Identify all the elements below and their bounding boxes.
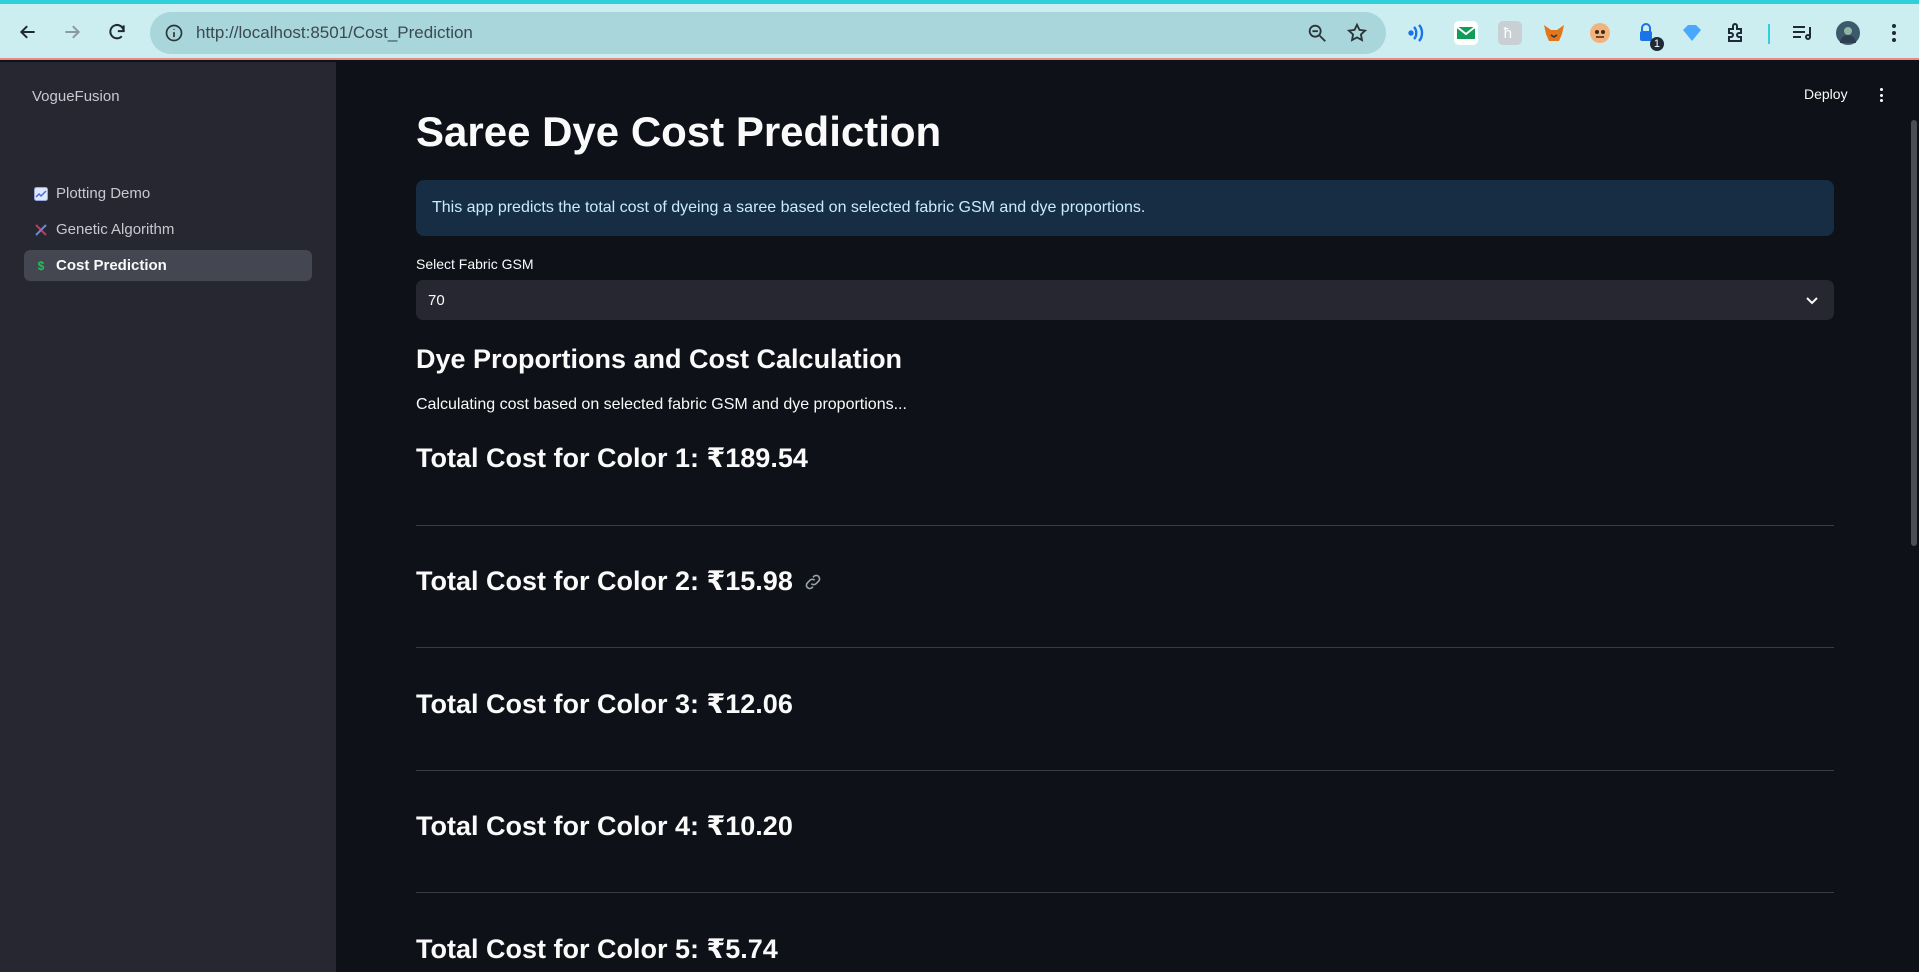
color-cost-text: Total Cost for Color 5: ₹5.74 bbox=[416, 934, 778, 964]
sidebar-item-plotting-demo[interactable]: Plotting Demo bbox=[24, 178, 312, 209]
browser-menu-icon[interactable] bbox=[1882, 21, 1906, 45]
svg-text:ħ: ħ bbox=[1503, 26, 1513, 42]
anchor-link-icon[interactable] bbox=[803, 572, 823, 592]
color-cost-heading: Total Cost for Color 3: ₹12.06 bbox=[416, 689, 793, 720]
color-cost-heading: Total Cost for Color 5: ₹5.74 bbox=[416, 934, 778, 965]
gsm-select-value[interactable]: 70 bbox=[428, 292, 445, 309]
mail-extension-icon[interactable] bbox=[1454, 21, 1478, 45]
app-menu-icon[interactable] bbox=[1873, 86, 1889, 104]
sidebar-item-label: Cost Prediction bbox=[56, 257, 167, 274]
gsm-select-label: Select Fabric GSM bbox=[416, 256, 534, 272]
avatar-extension-icon[interactable] bbox=[1588, 21, 1612, 45]
dna-icon bbox=[34, 223, 48, 237]
media-queue-icon[interactable] bbox=[1790, 21, 1814, 45]
forward-arrow-icon[interactable] bbox=[58, 18, 86, 46]
address-bar[interactable]: http://localhost:8501/Cost_Prediction bbox=[150, 12, 1386, 54]
sidebar-item-genetic-algorithm[interactable]: Genetic Algorithm bbox=[24, 214, 312, 245]
zoom-icon[interactable] bbox=[1306, 22, 1328, 44]
calculation-note: Calculating cost based on selected fabri… bbox=[416, 396, 907, 413]
page-title: Saree Dye Cost Prediction bbox=[416, 108, 942, 155]
sidebar-item-cost-prediction[interactable]: $ Cost Prediction bbox=[24, 250, 312, 281]
bookmark-star-icon[interactable] bbox=[1346, 22, 1368, 44]
color-cost-text: Total Cost for Color 2: ₹15.98 bbox=[416, 566, 793, 596]
extension-badge: 1 bbox=[1649, 37, 1664, 51]
browser-toolbar: http://localhost:8501/Cost_Prediction ħ … bbox=[0, 0, 1919, 60]
chart-icon bbox=[34, 186, 48, 201]
site-info-icon[interactable] bbox=[164, 23, 184, 43]
gsm-select[interactable]: 70 bbox=[416, 280, 1834, 320]
deploy-button[interactable]: Deploy bbox=[1804, 86, 1848, 102]
info-alert-text: This app predicts the total cost of dyei… bbox=[432, 199, 1146, 216]
color-cost-heading: Total Cost for Color 1: ₹189.54 bbox=[416, 443, 808, 474]
divider bbox=[416, 525, 1834, 526]
color-cost-text: Total Cost for Color 4: ₹10.20 bbox=[416, 811, 793, 841]
extensions-puzzle-icon[interactable] bbox=[1724, 21, 1748, 45]
scrollbar[interactable] bbox=[1911, 120, 1917, 546]
color-cost-text: Total Cost for Color 3: ₹12.06 bbox=[416, 689, 793, 719]
reload-icon[interactable] bbox=[103, 18, 131, 46]
diamond-extension-icon[interactable] bbox=[1680, 21, 1704, 45]
sidebar-item-label: Plotting Demo bbox=[56, 185, 151, 202]
info-alert: This app predicts the total cost of dyei… bbox=[416, 180, 1834, 236]
section-heading: Dye Proportions and Cost Calculation bbox=[416, 344, 903, 374]
sidebar-item-label: Genetic Algorithm bbox=[56, 221, 175, 238]
divider bbox=[416, 770, 1834, 771]
color-cost-heading: Total Cost for Color 4: ₹10.20 bbox=[416, 811, 793, 842]
sidebar-app-name[interactable]: VogueFusion bbox=[32, 88, 120, 105]
url-text[interactable]: http://localhost:8501/Cost_Prediction bbox=[196, 23, 473, 43]
translate-extension-icon[interactable]: ħ bbox=[1498, 21, 1522, 45]
back-arrow-icon[interactable] bbox=[14, 18, 42, 46]
divider bbox=[416, 647, 1834, 648]
chevron-down-icon[interactable] bbox=[1804, 292, 1820, 308]
divider bbox=[416, 892, 1834, 893]
dollar-icon: $ bbox=[37, 258, 45, 273]
toolbar-divider bbox=[1768, 24, 1770, 44]
profile-avatar[interactable] bbox=[1836, 21, 1860, 45]
broadcast-extension-icon[interactable] bbox=[1408, 21, 1432, 45]
color-cost-heading: Total Cost for Color 2: ₹15.98 bbox=[416, 566, 823, 597]
fox-wallet-extension-icon[interactable] bbox=[1542, 21, 1566, 45]
lock-extension-icon[interactable]: 1 bbox=[1634, 21, 1664, 51]
color-cost-text: Total Cost for Color 1: ₹189.54 bbox=[416, 443, 808, 473]
